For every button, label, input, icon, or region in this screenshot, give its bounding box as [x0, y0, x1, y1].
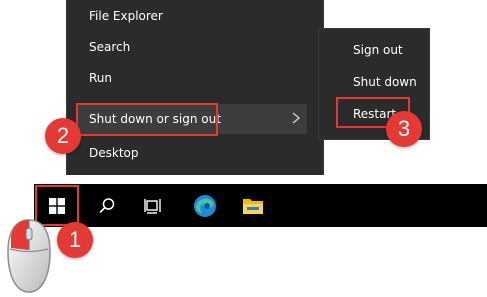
taskbar	[34, 184, 487, 227]
file-explorer-button[interactable]	[230, 184, 276, 227]
submenu-item-label: Sign out	[353, 43, 403, 57]
power-user-menu: File Explorer Search Run Shut down or si…	[66, 0, 324, 175]
submenu-item-shut-down[interactable]: Shut down	[353, 74, 417, 90]
chevron-right-icon	[292, 112, 301, 124]
submenu-item-label: Shut down	[353, 75, 417, 89]
menu-item-file-explorer[interactable]: File Explorer	[89, 8, 163, 24]
highlight-box-shut-down	[76, 103, 218, 136]
step-badge-3: 3	[386, 111, 422, 147]
search-icon	[99, 197, 115, 213]
menu-item-label: Search	[89, 40, 131, 54]
menu-item-search[interactable]: Search	[89, 39, 130, 55]
task-view-icon	[144, 198, 161, 214]
step-badge-2: 2	[45, 118, 81, 154]
submenu-item-sign-out[interactable]: Sign out	[353, 42, 403, 58]
search-button[interactable]	[84, 184, 130, 227]
edge-browser-icon	[194, 194, 216, 217]
menu-item-desktop[interactable]: Desktop	[89, 145, 139, 161]
menu-item-run[interactable]: Run	[89, 70, 112, 86]
edge-button[interactable]	[182, 184, 228, 227]
menu-item-label: Run	[89, 71, 113, 85]
mouse-icon	[7, 219, 51, 293]
file-explorer-icon	[243, 198, 263, 214]
task-view-button[interactable]	[130, 184, 176, 227]
menu-item-label: Desktop	[89, 146, 139, 160]
step-badge-1: 1	[57, 222, 93, 258]
menu-item-label: File Explorer	[89, 9, 163, 23]
